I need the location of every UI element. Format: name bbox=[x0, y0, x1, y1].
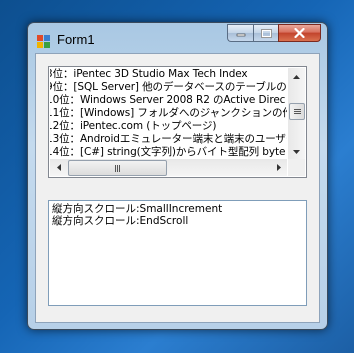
caption-buttons bbox=[227, 24, 321, 43]
log-line: 縦方向スクロール:SmallIncrement bbox=[52, 203, 223, 215]
maximize-button[interactable] bbox=[253, 24, 278, 42]
close-button[interactable] bbox=[278, 24, 321, 42]
scroll-up-button[interactable] bbox=[288, 68, 305, 85]
close-icon bbox=[294, 28, 305, 38]
arrow-left-icon bbox=[56, 164, 61, 171]
listbox-viewport: 3位：iPentec 3D Studio Max Tech Index 9位：[… bbox=[50, 68, 287, 160]
minimize-icon bbox=[236, 33, 245, 37]
window-title: Form1 bbox=[57, 32, 95, 47]
arrow-up-icon bbox=[293, 74, 300, 79]
ranking-listbox[interactable]: 3位：iPentec 3D Studio Max Tech Index 9位：[… bbox=[48, 66, 307, 178]
list-item[interactable]: 3位：iPentec 3D Studio Max Tech Index bbox=[50, 68, 287, 81]
form-client-area: 3位：iPentec 3D Studio Max Tech Index 9位：[… bbox=[35, 53, 320, 323]
list-item[interactable]: 13位：Androidエミュレーター端末と端末のユーザー bbox=[50, 133, 287, 146]
scrollbar-corner bbox=[288, 159, 305, 176]
title-bar[interactable]: Form1 bbox=[28, 23, 327, 53]
log-line: 縦方向スクロール:EndScroll bbox=[52, 215, 189, 227]
form1-window: Form1 3位：iPentec 3D Studio Max Tech Inde… bbox=[27, 22, 328, 330]
arrow-down-icon bbox=[293, 149, 300, 154]
list-item[interactable]: 10位：Windows Server 2008 R2 のActive Direc bbox=[50, 94, 287, 107]
scroll-down-button[interactable] bbox=[288, 143, 305, 160]
maximize-icon bbox=[260, 28, 272, 38]
scroll-log-textbox[interactable]: 縦方向スクロール:SmallIncrement 縦方向スクロール:EndScro… bbox=[48, 200, 307, 306]
list-item[interactable]: 11位：[Windows] フォルダへのジャンクションの作成 bbox=[50, 107, 287, 120]
list-item[interactable]: 9位：[SQL Server] 他のデータベースのテーブルのs bbox=[50, 81, 287, 94]
list-item[interactable]: 14位：[C#] string(文字列)からバイト型配列 byte bbox=[50, 146, 287, 159]
list-item[interactable]: 12位：iPentec.com (トップページ) bbox=[50, 120, 287, 133]
app-icon[interactable] bbox=[37, 33, 50, 48]
horizontal-scroll-thumb[interactable] bbox=[68, 160, 167, 176]
minimize-button[interactable] bbox=[227, 24, 253, 42]
scroll-right-button[interactable] bbox=[270, 159, 287, 176]
scroll-left-button[interactable] bbox=[50, 159, 67, 176]
arrow-right-icon bbox=[276, 164, 281, 171]
horizontal-scrollbar[interactable] bbox=[50, 159, 287, 176]
vertical-scroll-thumb[interactable] bbox=[289, 103, 305, 120]
vertical-scrollbar[interactable] bbox=[288, 68, 305, 160]
